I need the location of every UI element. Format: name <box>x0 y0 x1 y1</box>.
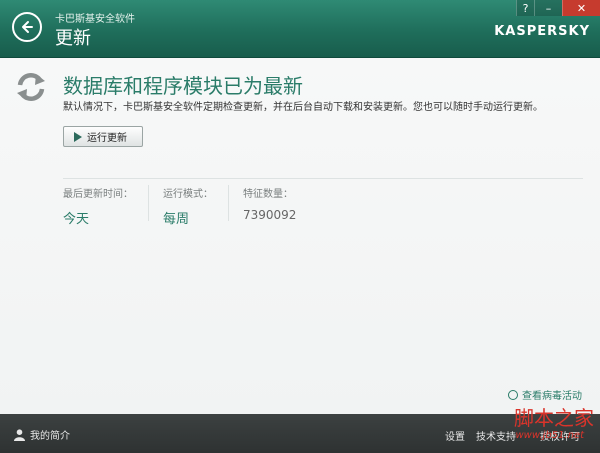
back-arrow-icon <box>22 21 33 33</box>
my-profile-link[interactable]: 我的简介 <box>14 427 70 442</box>
globe-icon <box>508 389 518 400</box>
support-link[interactable]: 技术支持 <box>476 428 516 443</box>
close-button[interactable]: ✕ <box>562 0 600 16</box>
stat-value: 7390092 <box>243 208 297 222</box>
stat-last-update: 最后更新时间： 今天 <box>63 185 133 227</box>
settings-link[interactable]: 设置 <box>445 428 465 443</box>
kaspersky-logo: KASPERSKY <box>494 24 590 39</box>
refresh-icon <box>17 72 45 102</box>
view-virus-activity-link[interactable]: 查看病毒活动 <box>508 387 582 402</box>
stat-run-mode[interactable]: 运行模式： 每周 <box>163 185 213 227</box>
divider <box>63 178 583 179</box>
stat-signatures: 特征数量： 7390092 <box>243 185 296 222</box>
stat-value: 今天 <box>63 212 90 227</box>
footer-bar: 我的简介 设置 技术支持 授权许可 <box>0 414 600 453</box>
minimize-button[interactable]: – <box>534 0 562 16</box>
profile-label: 我的简介 <box>30 431 70 442</box>
help-button[interactable]: ? <box>516 0 534 16</box>
virus-activity-label: 查看病毒活动 <box>522 391 582 402</box>
window-title: 更新 <box>55 28 91 49</box>
back-button[interactable] <box>12 12 42 42</box>
user-icon <box>14 428 25 441</box>
status-headline: 数据库和程序模块已为最新 <box>63 74 303 98</box>
play-icon <box>74 131 82 142</box>
stat-separator <box>228 185 229 221</box>
status-description: 默认情况下，卡巴斯基安全软件定期检查更新，并在后台自动下载和安装更新。您也可以随… <box>63 102 543 113</box>
stat-label: 最后更新时间： <box>63 189 133 200</box>
watermark-url: www.jb51.net <box>515 430 584 441</box>
stat-separator <box>148 185 149 221</box>
watermark-logo: 脚本之家 <box>514 406 594 430</box>
title-bar: 卡巴斯基安全软件 更新 ? – ✕ KASPERSKY <box>0 0 600 58</box>
stat-label: 特征数量： <box>243 189 293 200</box>
main-panel: 数据库和程序模块已为最新 默认情况下，卡巴斯基安全软件定期检查更新，并在后台自动… <box>0 58 600 414</box>
stat-value[interactable]: 每周 <box>163 208 213 227</box>
run-update-button[interactable]: 运行更新 <box>63 126 143 147</box>
app-name: 卡巴斯基安全软件 <box>55 14 135 25</box>
run-update-label: 运行更新 <box>87 133 127 144</box>
stat-label: 运行模式： <box>163 189 213 200</box>
